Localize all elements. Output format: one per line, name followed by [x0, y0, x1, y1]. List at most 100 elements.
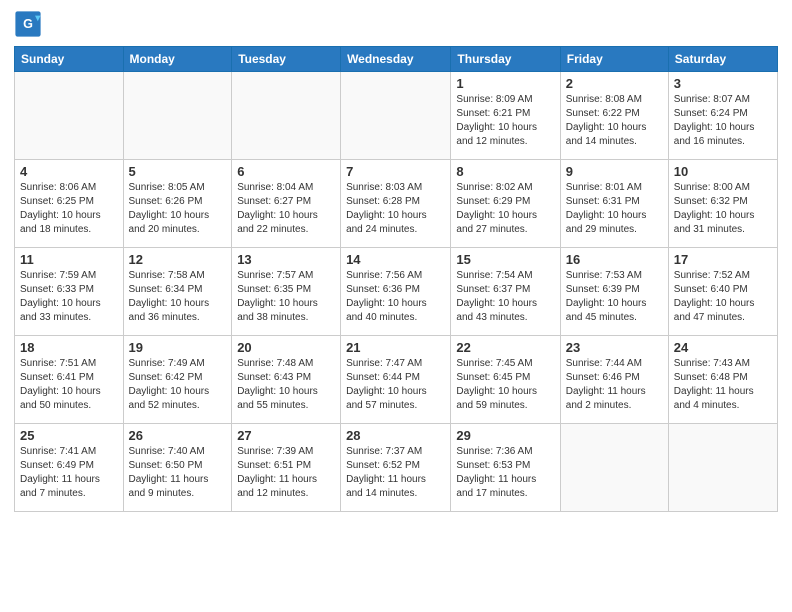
day-header-wednesday: Wednesday [341, 47, 451, 72]
logo-icon: G [14, 10, 42, 38]
calendar-cell: 22 Sunrise: 7:45 AM Sunset: 6:45 PM Dayli… [451, 336, 560, 424]
calendar-cell [341, 72, 451, 160]
calendar-cell: 1 Sunrise: 8:09 AM Sunset: 6:21 PM Daylig… [451, 72, 560, 160]
calendar-cell: 16 Sunrise: 7:53 AM Sunset: 6:39 PM Dayli… [560, 248, 668, 336]
day-number: 17 [674, 252, 772, 267]
day-number: 7 [346, 164, 445, 179]
calendar-week-row: 18 Sunrise: 7:51 AM Sunset: 6:41 PM Dayli… [15, 336, 778, 424]
calendar-cell: 24 Sunrise: 7:43 AM Sunset: 6:48 PM Dayli… [668, 336, 777, 424]
header: G [14, 10, 778, 38]
calendar-cell [15, 72, 124, 160]
day-number: 27 [237, 428, 335, 443]
day-number: 1 [456, 76, 554, 91]
day-number: 10 [674, 164, 772, 179]
day-number: 3 [674, 76, 772, 91]
day-info: Sunrise: 8:00 AM Sunset: 6:32 PM Dayligh… [674, 181, 772, 237]
calendar-cell: 5 Sunrise: 8:05 AM Sunset: 6:26 PM Daylig… [123, 160, 232, 248]
day-info: Sunrise: 7:58 AM Sunset: 6:34 PM Dayligh… [129, 269, 227, 325]
calendar-cell: 14Sunrise: 7:56 AM Sunset: 6:36 PM Dayli… [341, 248, 451, 336]
day-number: 16 [566, 252, 663, 267]
day-info: Sunrise: 7:54 AM Sunset: 6:37 PM Dayligh… [456, 269, 554, 325]
day-header-thursday: Thursday [451, 47, 560, 72]
day-info: Sunrise: 8:01 AM Sunset: 6:31 PM Dayligh… [566, 181, 663, 237]
day-info: Sunrise: 7:49 AM Sunset: 6:42 PM Dayligh… [129, 357, 227, 413]
calendar-cell: 8 Sunrise: 8:02 AM Sunset: 6:29 PM Daylig… [451, 160, 560, 248]
calendar-cell: 21Sunrise: 7:47 AM Sunset: 6:44 PM Dayli… [341, 336, 451, 424]
day-number: 6 [237, 164, 335, 179]
day-info: Sunrise: 8:03 AM Sunset: 6:28 PM Dayligh… [346, 181, 445, 237]
calendar-cell: 26 Sunrise: 7:40 AM Sunset: 6:50 PM Dayli… [123, 424, 232, 512]
day-number: 9 [566, 164, 663, 179]
svg-text:G: G [23, 17, 33, 31]
calendar-cell: 11Sunrise: 7:59 AM Sunset: 6:33 PM Dayli… [15, 248, 124, 336]
day-number: 23 [566, 340, 663, 355]
calendar-cell [123, 72, 232, 160]
calendar-cell: 9 Sunrise: 8:01 AM Sunset: 6:31 PM Daylig… [560, 160, 668, 248]
calendar-week-row: 25 Sunrise: 7:41 AM Sunset: 6:49 PM Dayli… [15, 424, 778, 512]
calendar-cell: 12 Sunrise: 7:58 AM Sunset: 6:34 PM Dayli… [123, 248, 232, 336]
calendar-cell: 28Sunrise: 7:37 AM Sunset: 6:52 PM Dayli… [341, 424, 451, 512]
day-info: Sunrise: 8:06 AM Sunset: 6:25 PM Dayligh… [20, 181, 118, 237]
day-info: Sunrise: 8:08 AM Sunset: 6:22 PM Dayligh… [566, 93, 663, 149]
day-info: Sunrise: 8:04 AM Sunset: 6:27 PM Dayligh… [237, 181, 335, 237]
day-header-friday: Friday [560, 47, 668, 72]
calendar-cell: 23 Sunrise: 7:44 AM Sunset: 6:46 PM Dayli… [560, 336, 668, 424]
day-info: Sunrise: 8:07 AM Sunset: 6:24 PM Dayligh… [674, 93, 772, 149]
day-info: Sunrise: 8:02 AM Sunset: 6:29 PM Dayligh… [456, 181, 554, 237]
day-number: 11 [20, 252, 118, 267]
day-number: 12 [129, 252, 227, 267]
calendar-cell: 2 Sunrise: 8:08 AM Sunset: 6:22 PM Daylig… [560, 72, 668, 160]
calendar-cell: 7 Sunrise: 8:03 AM Sunset: 6:28 PM Daylig… [341, 160, 451, 248]
day-info: Sunrise: 8:05 AM Sunset: 6:26 PM Dayligh… [129, 181, 227, 237]
calendar-cell [560, 424, 668, 512]
day-number: 20 [237, 340, 335, 355]
day-info: Sunrise: 7:45 AM Sunset: 6:45 PM Dayligh… [456, 357, 554, 413]
day-number: 18 [20, 340, 118, 355]
day-info: Sunrise: 8:09 AM Sunset: 6:21 PM Dayligh… [456, 93, 554, 149]
calendar-table: SundayMondayTuesdayWednesdayThursdayFrid… [14, 46, 778, 512]
day-number: 29 [456, 428, 554, 443]
day-number: 24 [674, 340, 772, 355]
calendar-cell [668, 424, 777, 512]
day-number: 13 [237, 252, 335, 267]
day-number: 28 [346, 428, 445, 443]
day-info: Sunrise: 7:51 AM Sunset: 6:41 PM Dayligh… [20, 357, 118, 413]
day-number: 2 [566, 76, 663, 91]
day-info: Sunrise: 7:57 AM Sunset: 6:35 PM Dayligh… [237, 269, 335, 325]
calendar-week-row: 1 Sunrise: 8:09 AM Sunset: 6:21 PM Daylig… [15, 72, 778, 160]
calendar-cell: 20 Sunrise: 7:48 AM Sunset: 6:43 PM Dayli… [232, 336, 341, 424]
day-number: 15 [456, 252, 554, 267]
calendar-week-row: 4 Sunrise: 8:06 AM Sunset: 6:25 PM Daylig… [15, 160, 778, 248]
page-container: G SundayMondayTuesdayWednesdayThursdayFr… [0, 0, 792, 612]
day-header-monday: Monday [123, 47, 232, 72]
day-info: Sunrise: 7:53 AM Sunset: 6:39 PM Dayligh… [566, 269, 663, 325]
day-number: 22 [456, 340, 554, 355]
day-info: Sunrise: 7:48 AM Sunset: 6:43 PM Dayligh… [237, 357, 335, 413]
day-info: Sunrise: 7:36 AM Sunset: 6:53 PM Dayligh… [456, 445, 554, 501]
calendar-week-row: 11Sunrise: 7:59 AM Sunset: 6:33 PM Dayli… [15, 248, 778, 336]
calendar-cell: 25 Sunrise: 7:41 AM Sunset: 6:49 PM Dayli… [15, 424, 124, 512]
calendar-cell: 17 Sunrise: 7:52 AM Sunset: 6:40 PM Dayli… [668, 248, 777, 336]
calendar-cell: 29 Sunrise: 7:36 AM Sunset: 6:53 PM Dayli… [451, 424, 560, 512]
day-header-saturday: Saturday [668, 47, 777, 72]
calendar-cell: 18 Sunrise: 7:51 AM Sunset: 6:41 PM Dayli… [15, 336, 124, 424]
day-number: 8 [456, 164, 554, 179]
day-number: 14 [346, 252, 445, 267]
calendar-cell: 27Sunrise: 7:39 AM Sunset: 6:51 PM Dayli… [232, 424, 341, 512]
day-number: 19 [129, 340, 227, 355]
calendar-cell: 13 Sunrise: 7:57 AM Sunset: 6:35 PM Dayli… [232, 248, 341, 336]
calendar-cell: 10 Sunrise: 8:00 AM Sunset: 6:32 PM Dayli… [668, 160, 777, 248]
day-number: 4 [20, 164, 118, 179]
day-info: Sunrise: 7:52 AM Sunset: 6:40 PM Dayligh… [674, 269, 772, 325]
calendar-cell: 4 Sunrise: 8:06 AM Sunset: 6:25 PM Daylig… [15, 160, 124, 248]
day-info: Sunrise: 7:43 AM Sunset: 6:48 PM Dayligh… [674, 357, 772, 413]
day-number: 25 [20, 428, 118, 443]
calendar-cell: 15 Sunrise: 7:54 AM Sunset: 6:37 PM Dayli… [451, 248, 560, 336]
calendar-cell [232, 72, 341, 160]
day-number: 26 [129, 428, 227, 443]
day-number: 5 [129, 164, 227, 179]
day-info: Sunrise: 7:40 AM Sunset: 6:50 PM Dayligh… [129, 445, 227, 501]
calendar-cell: 19 Sunrise: 7:49 AM Sunset: 6:42 PM Dayli… [123, 336, 232, 424]
day-info: Sunrise: 7:44 AM Sunset: 6:46 PM Dayligh… [566, 357, 663, 413]
day-info: Sunrise: 7:41 AM Sunset: 6:49 PM Dayligh… [20, 445, 118, 501]
